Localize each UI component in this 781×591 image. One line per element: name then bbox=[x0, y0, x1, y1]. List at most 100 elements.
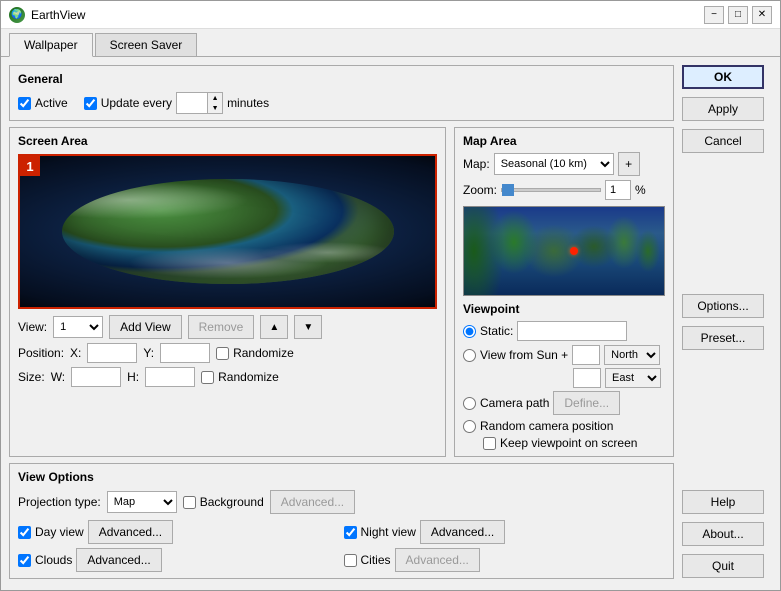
update-spinner[interactable]: 10 ▲ ▼ bbox=[176, 92, 223, 114]
screen-number: 1 bbox=[20, 156, 40, 176]
add-map-button[interactable]: + bbox=[618, 152, 640, 176]
define-button[interactable]: Define... bbox=[553, 391, 620, 415]
position-label: Position: bbox=[18, 346, 64, 360]
cities-row: Cities Advanced... bbox=[344, 548, 666, 572]
day-view-text: Day view bbox=[35, 525, 84, 539]
day-view-label[interactable]: Day view bbox=[18, 525, 84, 539]
view-label: View: bbox=[18, 320, 47, 334]
window-title: EarthView bbox=[31, 8, 85, 22]
viewpoint-title: Viewpoint bbox=[463, 302, 665, 316]
view-from-sun-container: View from Sun + 0° North South 0° bbox=[463, 345, 665, 388]
north-direction-select[interactable]: North South bbox=[604, 345, 660, 365]
w-label: W: bbox=[51, 370, 65, 384]
map-area-section: Map Area Map: Seasonal (10 km) + Zoom: % bbox=[454, 127, 674, 457]
about-button[interactable]: About... bbox=[682, 522, 764, 546]
maximize-button[interactable]: □ bbox=[728, 6, 748, 24]
cities-advanced-button[interactable]: Advanced... bbox=[395, 548, 480, 572]
background-advanced-button[interactable]: Advanced... bbox=[270, 490, 355, 514]
clouds-label[interactable]: Clouds bbox=[18, 553, 72, 567]
main-window: 🌍 EarthView − □ ✕ Wallpaper Screen Saver… bbox=[0, 0, 781, 591]
earth-image bbox=[20, 156, 435, 307]
screen-area-title: Screen Area bbox=[18, 134, 437, 148]
day-advanced-button[interactable]: Advanced... bbox=[88, 520, 173, 544]
projection-select[interactable]: Map Globe Flat bbox=[107, 491, 177, 513]
h-input[interactable]: 1080 bbox=[145, 367, 195, 387]
ok-button[interactable]: OK bbox=[682, 65, 764, 89]
view-select[interactable]: 1 bbox=[53, 316, 103, 338]
update-checkbox-label[interactable]: Update every bbox=[84, 96, 172, 110]
randomize2-label[interactable]: Randomize bbox=[201, 370, 279, 384]
clouds-advanced-button[interactable]: Advanced... bbox=[76, 548, 161, 572]
east-deg-input[interactable]: 0° bbox=[573, 368, 601, 388]
map-earth bbox=[464, 207, 664, 295]
night-advanced-button[interactable]: Advanced... bbox=[420, 520, 505, 544]
background-label: Background bbox=[200, 495, 264, 509]
clouds-checkbox[interactable] bbox=[18, 554, 31, 567]
close-button[interactable]: ✕ bbox=[752, 6, 772, 24]
x-input[interactable]: 0 bbox=[87, 343, 137, 363]
active-label: Active bbox=[35, 96, 68, 110]
randomize1-label[interactable]: Randomize bbox=[216, 346, 294, 360]
spin-up[interactable]: ▲ bbox=[208, 93, 222, 103]
map-controls-row: Map: Seasonal (10 km) + bbox=[463, 152, 665, 176]
cities-text: Cities bbox=[361, 553, 391, 567]
east-direction-select[interactable]: East West bbox=[605, 368, 661, 388]
title-bar-controls: − □ ✕ bbox=[704, 6, 772, 24]
static-radio[interactable] bbox=[463, 325, 476, 338]
add-view-button[interactable]: Add View bbox=[109, 315, 181, 339]
night-view-checkbox[interactable] bbox=[344, 526, 357, 539]
keep-viewpoint-checkbox[interactable] bbox=[483, 437, 496, 450]
size-row: Size: W: 1920 H: 1080 Randomize bbox=[18, 367, 437, 387]
preset-button[interactable]: Preset... bbox=[682, 326, 764, 350]
spin-down[interactable]: ▼ bbox=[208, 103, 222, 113]
help-button[interactable]: Help bbox=[682, 490, 764, 514]
randomize2-text: Randomize bbox=[218, 370, 279, 384]
keep-viewpoint-row: Keep viewpoint on screen bbox=[483, 436, 665, 450]
randomize1-checkbox[interactable] bbox=[216, 347, 229, 360]
view-opts-grid: Day view Advanced... Night view Advanced… bbox=[18, 520, 665, 572]
remove-button[interactable]: Remove bbox=[188, 315, 255, 339]
move-up-button[interactable]: ▲ bbox=[260, 315, 288, 339]
day-view-checkbox[interactable] bbox=[18, 526, 31, 539]
w-input[interactable]: 1920 bbox=[71, 367, 121, 387]
options-button[interactable]: Options... bbox=[682, 294, 764, 318]
background-checkbox[interactable] bbox=[183, 496, 196, 509]
static-coords[interactable]: 0.00° N 0.00° E bbox=[517, 321, 627, 341]
random-camera-radio[interactable] bbox=[463, 420, 476, 433]
view-controls-row: View: 1 Add View Remove ▲ ▼ bbox=[18, 315, 437, 339]
active-checkbox[interactable] bbox=[18, 97, 31, 110]
update-checkbox[interactable] bbox=[84, 97, 97, 110]
zoom-slider[interactable] bbox=[501, 188, 601, 192]
tab-wallpaper[interactable]: Wallpaper bbox=[9, 33, 93, 57]
update-value-input[interactable]: 10 bbox=[177, 93, 207, 113]
quit-button[interactable]: Quit bbox=[682, 554, 764, 578]
static-radio-row[interactable]: Static: 0.00° N 0.00° E bbox=[463, 321, 665, 341]
night-view-label[interactable]: Night view bbox=[344, 525, 416, 539]
size-label: Size: bbox=[18, 370, 45, 384]
cities-label[interactable]: Cities bbox=[344, 553, 391, 567]
minimize-button[interactable]: − bbox=[704, 6, 724, 24]
active-checkbox-label[interactable]: Active bbox=[18, 96, 68, 110]
north-deg-input[interactable]: 0° bbox=[572, 345, 600, 365]
background-checkbox-label[interactable]: Background bbox=[183, 495, 264, 509]
view-options-section: View Options Projection type: Map Globe … bbox=[9, 463, 674, 579]
camera-path-radio[interactable] bbox=[463, 397, 476, 410]
tab-screen-saver[interactable]: Screen Saver bbox=[95, 33, 198, 56]
zoom-value-input[interactable] bbox=[605, 180, 631, 200]
spin-arrows: ▲ ▼ bbox=[207, 93, 222, 113]
cancel-button[interactable]: Cancel bbox=[682, 129, 764, 153]
update-label: Update every bbox=[101, 96, 172, 110]
view-from-sun-radio[interactable] bbox=[463, 349, 476, 362]
main-content: General Active Update every 10 bbox=[1, 57, 780, 590]
map-select[interactable]: Seasonal (10 km) bbox=[494, 153, 614, 175]
randomize2-checkbox[interactable] bbox=[201, 371, 214, 384]
apply-button[interactable]: Apply bbox=[682, 97, 764, 121]
map-label: Map: bbox=[463, 157, 490, 171]
move-down-button[interactable]: ▼ bbox=[294, 315, 322, 339]
east-row: 0° East West bbox=[463, 368, 665, 388]
day-view-row: Day view Advanced... bbox=[18, 520, 340, 544]
random-camera-row[interactable]: Random camera position bbox=[463, 419, 665, 433]
y-input[interactable]: 0 bbox=[160, 343, 210, 363]
zoom-label: Zoom: bbox=[463, 183, 497, 197]
cities-checkbox[interactable] bbox=[344, 554, 357, 567]
